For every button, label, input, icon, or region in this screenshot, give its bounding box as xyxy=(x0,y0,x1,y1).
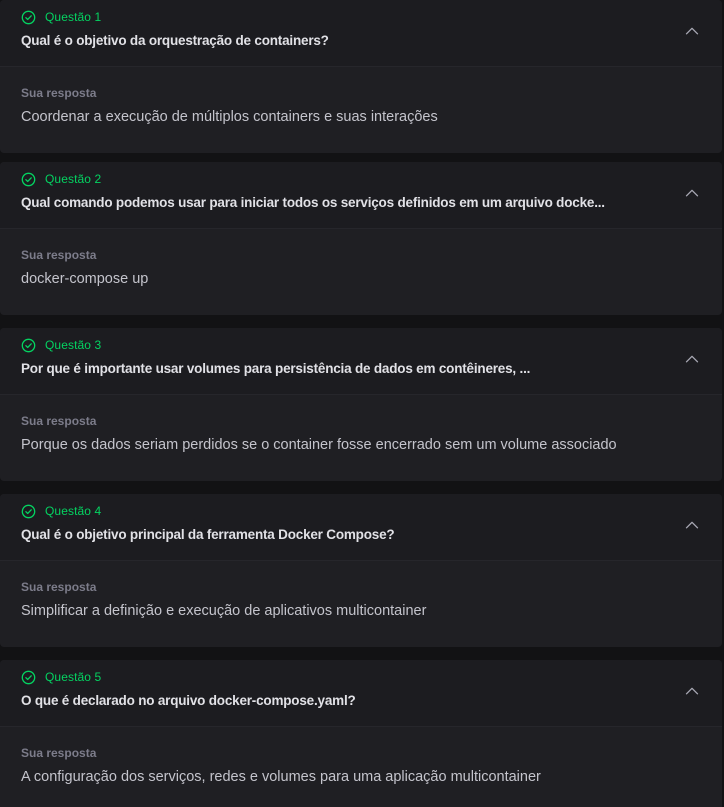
answer-text: docker-compose up xyxy=(21,271,149,287)
check-circle-icon xyxy=(21,338,36,353)
question-status: Questão 4 xyxy=(21,503,101,519)
answer-section: Sua resposta Simplificar a definição e e… xyxy=(0,561,722,647)
answer-label: Sua resposta xyxy=(21,580,97,594)
answer-text: Simplificar a definição e execução de ap… xyxy=(21,603,427,619)
question-number-label: Questão 3 xyxy=(45,338,102,352)
question-status: Questão 2 xyxy=(21,171,101,187)
answer-label: Sua resposta xyxy=(21,746,97,760)
check-circle-icon xyxy=(21,172,36,187)
question-list: Questão 1 Qual é o objetivo da orquestra… xyxy=(0,0,724,807)
question-number-label: Questão 1 xyxy=(45,10,102,24)
question-header-toggle[interactable]: Questão 1 Qual é o objetivo da orquestra… xyxy=(0,0,722,67)
question-status: Questão 1 xyxy=(21,9,101,25)
chevron-up-icon[interactable] xyxy=(684,185,700,201)
answer-section: Sua resposta Coordenar a execução de múl… xyxy=(0,67,722,153)
question-header-toggle[interactable]: Questão 4 Qual é o objetivo principal da… xyxy=(0,494,722,561)
question-header-toggle[interactable]: Questão 5 O que é declarado no arquivo d… xyxy=(0,660,722,727)
answer-label: Sua resposta xyxy=(21,248,97,262)
chevron-up-icon[interactable] xyxy=(684,23,700,39)
question-card: Questão 2 Qual comando podemos usar para… xyxy=(0,162,722,315)
check-circle-icon xyxy=(21,504,36,519)
check-circle-icon xyxy=(21,10,36,25)
question-number-label: Questão 2 xyxy=(45,172,102,186)
answer-text: Porque os dados seriam perdidos se o con… xyxy=(21,437,617,453)
question-title: Qual é o objetivo principal da ferrament… xyxy=(21,527,395,542)
question-card: Questão 5 O que é declarado no arquivo d… xyxy=(0,660,722,807)
chevron-up-icon[interactable] xyxy=(684,683,700,699)
answer-section: Sua resposta A configuração dos serviços… xyxy=(0,727,722,807)
answer-text: A configuração dos serviços, redes e vol… xyxy=(21,769,541,785)
question-number-label: Questão 4 xyxy=(45,504,102,518)
chevron-up-icon[interactable] xyxy=(684,351,700,367)
question-card: Questão 4 Qual é o objetivo principal da… xyxy=(0,494,722,647)
question-title: Qual comando podemos usar para iniciar t… xyxy=(21,195,605,210)
answer-label: Sua resposta xyxy=(21,86,97,100)
question-title: Por que é importante usar volumes para p… xyxy=(21,361,531,376)
question-card: Questão 3 Por que é importante usar volu… xyxy=(0,328,722,481)
question-title: O que é declarado no arquivo docker-comp… xyxy=(21,693,356,708)
answer-text: Coordenar a execução de múltiplos contai… xyxy=(21,109,438,125)
question-number-label: Questão 5 xyxy=(45,670,102,684)
answer-section: Sua resposta docker-compose up xyxy=(0,229,722,315)
check-circle-icon xyxy=(21,670,36,685)
chevron-up-icon[interactable] xyxy=(684,517,700,533)
question-status: Questão 5 xyxy=(21,669,101,685)
answer-section: Sua resposta Porque os dados seriam perd… xyxy=(0,395,722,481)
answer-label: Sua resposta xyxy=(21,414,97,428)
question-title: Qual é o objetivo da orquestração de con… xyxy=(21,33,329,48)
question-status: Questão 3 xyxy=(21,337,101,353)
question-card: Questão 1 Qual é o objetivo da orquestra… xyxy=(0,0,722,153)
question-header-toggle[interactable]: Questão 3 Por que é importante usar volu… xyxy=(0,328,722,395)
question-header-toggle[interactable]: Questão 2 Qual comando podemos usar para… xyxy=(0,162,722,229)
